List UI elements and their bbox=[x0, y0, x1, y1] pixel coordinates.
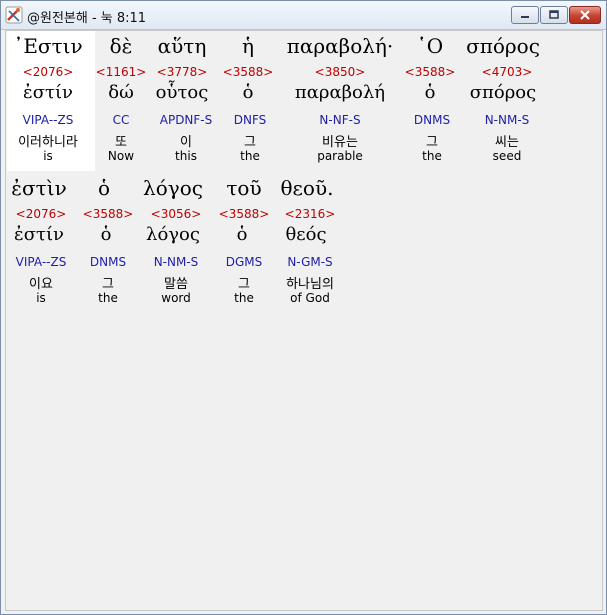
korean-gloss: 비유는 bbox=[322, 135, 358, 150]
strong-number[interactable]: <3588> bbox=[405, 65, 456, 79]
window-title: @원전본해 - 눅 8:11 bbox=[27, 11, 147, 26]
english-gloss: parable bbox=[317, 149, 363, 163]
greek-word[interactable]: ἡ bbox=[242, 34, 254, 58]
greek-word[interactable]: ῾Ο bbox=[417, 34, 443, 58]
parsing-code[interactable]: CC bbox=[113, 113, 130, 127]
english-gloss: word bbox=[161, 291, 191, 305]
app-window: @원전본해 - 눅 8:11 ᾿Εστιν <2076> ἐστίν VIPA-… bbox=[0, 0, 607, 615]
minimize-button[interactable] bbox=[511, 6, 539, 24]
korean-gloss: 이 bbox=[180, 135, 192, 150]
maximize-icon bbox=[549, 10, 559, 19]
greek-word[interactable]: ἐστὶν bbox=[11, 176, 66, 200]
lemma: ὁ bbox=[424, 82, 436, 103]
greek-word[interactable]: θεοῦ. bbox=[281, 176, 334, 200]
greek-word[interactable]: δὲ bbox=[110, 34, 133, 58]
app-logo-icon bbox=[5, 6, 23, 24]
lemma: δώ bbox=[108, 82, 134, 103]
close-button[interactable] bbox=[569, 6, 601, 24]
parsing-code[interactable]: DNFS bbox=[234, 113, 267, 127]
minimize-icon bbox=[521, 16, 529, 18]
lemma: ὁ bbox=[236, 224, 248, 245]
korean-gloss: 그 bbox=[244, 135, 256, 150]
lemma: λόγος bbox=[146, 224, 200, 245]
strong-number[interactable]: <3056> bbox=[151, 207, 202, 221]
greek-word[interactable]: λόγος bbox=[143, 176, 203, 200]
greek-word[interactable]: ὁ bbox=[98, 176, 110, 200]
korean-gloss: 이러하니라 bbox=[18, 135, 78, 150]
strong-number[interactable]: <1161> bbox=[96, 65, 147, 79]
english-gloss: the bbox=[240, 149, 260, 163]
parsing-code[interactable]: DGMS bbox=[226, 255, 263, 269]
lemma: οὗτος bbox=[155, 82, 209, 103]
parsing-code[interactable]: DNMS bbox=[414, 113, 450, 127]
english-gloss: this bbox=[175, 149, 197, 163]
greek-word[interactable]: αὕτη bbox=[158, 34, 207, 58]
title-bar[interactable]: @원전본해 - 눅 8:11 bbox=[1, 1, 606, 30]
greek-word[interactable]: σπόρος bbox=[466, 34, 540, 58]
parsing-code[interactable]: N-NM-S bbox=[154, 255, 199, 269]
parsing-code[interactable]: VIPA--ZS bbox=[23, 113, 74, 127]
interlinear-view: ᾿Εστιν <2076> ἐστίν VIPA--ZS 이러하니라 is δὲ… bbox=[5, 30, 603, 611]
parsing-code[interactable]: N-NM-S bbox=[485, 113, 530, 127]
strong-number[interactable]: <3778> bbox=[157, 65, 208, 79]
english-gloss: the bbox=[98, 291, 118, 305]
korean-gloss: 또 bbox=[115, 135, 127, 150]
close-icon bbox=[580, 10, 590, 20]
greek-word[interactable]: τοῦ bbox=[226, 176, 261, 200]
lemma: ἐστίν bbox=[23, 82, 73, 103]
strong-number[interactable]: <3588> bbox=[223, 65, 274, 79]
english-gloss: of God bbox=[290, 291, 330, 305]
parsing-code[interactable]: APDNF-S bbox=[160, 113, 213, 127]
strong-number[interactable]: <4703> bbox=[482, 65, 533, 79]
korean-gloss: 씨는 bbox=[495, 135, 519, 150]
lemma: ἐστίν bbox=[14, 224, 64, 245]
english-gloss: is bbox=[43, 149, 53, 163]
strong-number[interactable]: <3588> bbox=[219, 207, 270, 221]
korean-gloss: 그 bbox=[238, 277, 250, 292]
strong-number[interactable]: <3588> bbox=[83, 207, 134, 221]
english-gloss: is bbox=[36, 291, 46, 305]
korean-gloss: 그 bbox=[426, 135, 438, 150]
english-gloss: Now bbox=[107, 149, 135, 163]
parsing-code[interactable]: N-GM-S bbox=[287, 255, 332, 269]
english-gloss: seed bbox=[492, 149, 522, 163]
korean-gloss: 그 bbox=[102, 277, 114, 292]
strong-number[interactable]: <2316> bbox=[285, 207, 336, 221]
maximize-button[interactable] bbox=[540, 6, 568, 24]
greek-word[interactable]: ᾿Εστιν bbox=[13, 34, 82, 58]
korean-gloss: 말씀 bbox=[164, 277, 188, 292]
strong-number[interactable]: <3850> bbox=[315, 65, 366, 79]
lemma: σπόρος bbox=[469, 82, 537, 103]
parsing-code[interactable]: VIPA--ZS bbox=[16, 255, 67, 269]
parsing-code[interactable]: N-NF-S bbox=[319, 113, 360, 127]
korean-gloss: 하나님의 bbox=[286, 277, 334, 292]
strong-number[interactable]: <2076> bbox=[16, 207, 67, 221]
parsing-code[interactable]: DNMS bbox=[90, 255, 126, 269]
lemma: θεός bbox=[285, 224, 327, 245]
lemma: παραβολή bbox=[294, 82, 386, 103]
korean-gloss: 이요 bbox=[29, 277, 53, 292]
english-gloss: the bbox=[422, 149, 442, 163]
window-controls bbox=[511, 6, 601, 24]
lemma: ὁ bbox=[100, 224, 112, 245]
greek-word[interactable]: παραβολή· bbox=[287, 34, 394, 58]
lemma: ὁ bbox=[242, 82, 254, 103]
english-gloss: the bbox=[234, 291, 254, 305]
strong-number[interactable]: <2076> bbox=[23, 65, 74, 79]
